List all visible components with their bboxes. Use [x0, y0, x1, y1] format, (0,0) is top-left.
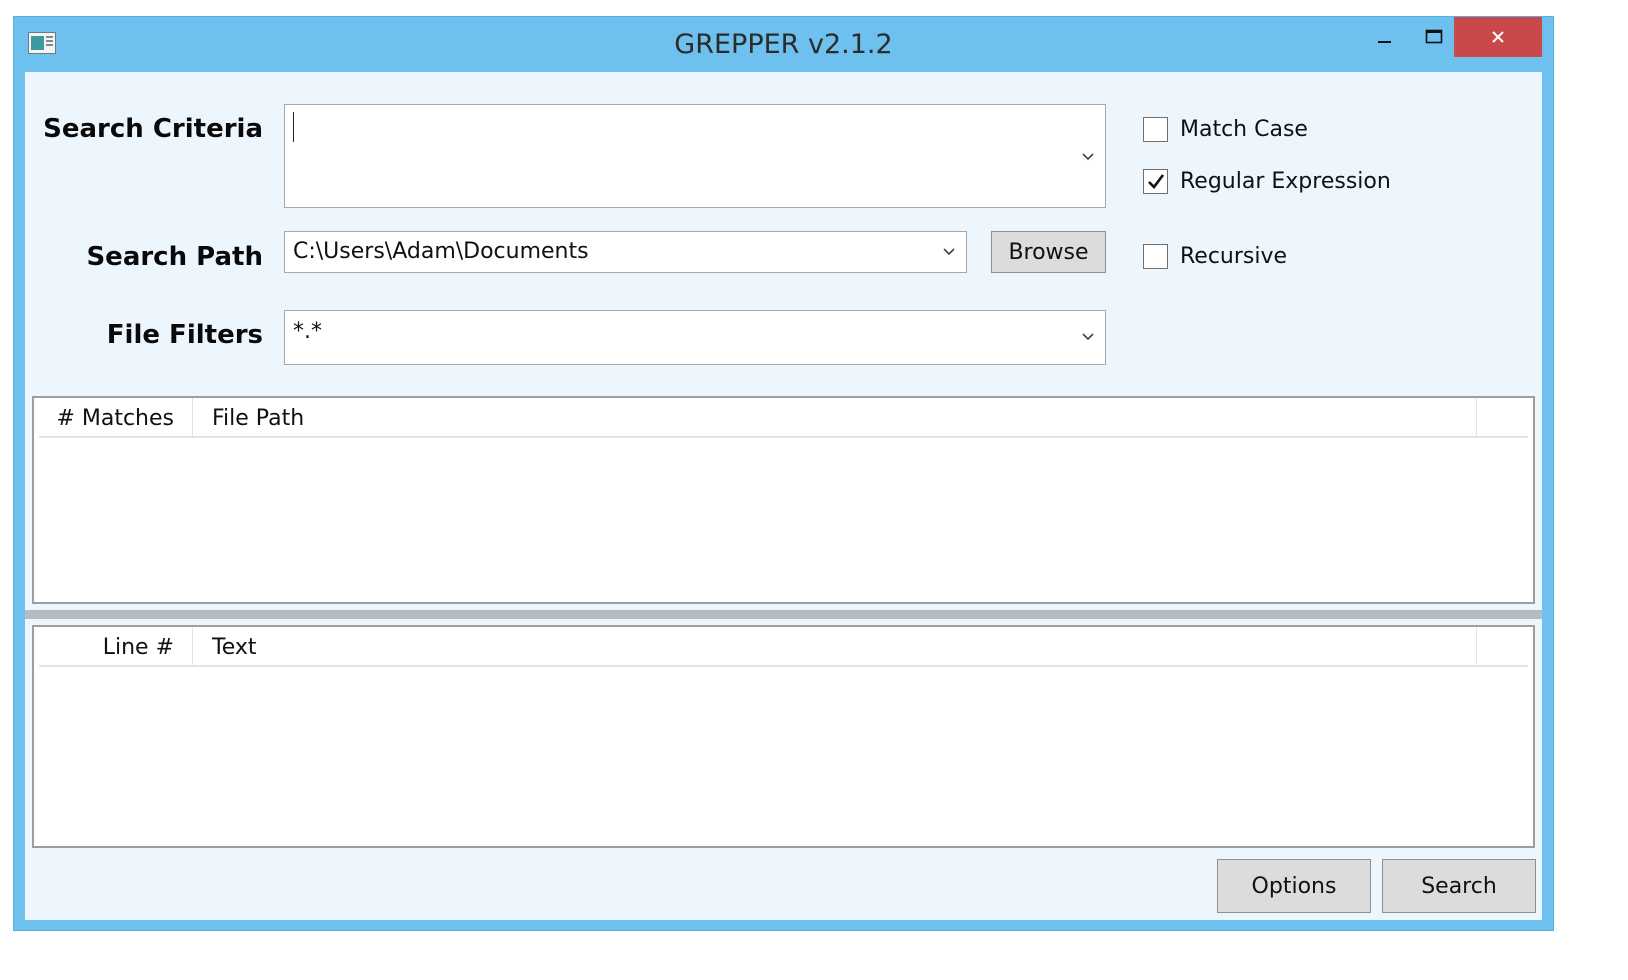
- lines-list-header: Line # Text: [39, 627, 1528, 667]
- column-header-file-path[interactable]: File Path: [193, 398, 1477, 436]
- app-window: GREPPER v2.1.2 Search Criteria Search Pa…: [13, 16, 1554, 931]
- pane-splitter[interactable]: [25, 610, 1542, 619]
- recursive-option[interactable]: Recursive: [1143, 244, 1287, 269]
- results-list-header: # Matches File Path: [39, 398, 1528, 438]
- results-list[interactable]: # Matches File Path: [32, 396, 1535, 604]
- search-button[interactable]: Search: [1382, 859, 1536, 913]
- file-filters-label: File Filters: [106, 320, 263, 350]
- column-header-text[interactable]: Text: [193, 627, 1477, 665]
- file-filters-value: *.*: [293, 319, 322, 344]
- client-area: Search Criteria Search Path C:\Users\Ada…: [25, 72, 1542, 920]
- title-bar[interactable]: GREPPER v2.1.2: [14, 17, 1553, 72]
- close-button[interactable]: [1454, 17, 1542, 57]
- lines-list[interactable]: Line # Text: [32, 625, 1535, 848]
- column-header-line-number[interactable]: Line #: [39, 627, 193, 665]
- options-button[interactable]: Options: [1217, 859, 1371, 913]
- regex-option[interactable]: Regular Expression: [1143, 169, 1391, 194]
- regex-label: Regular Expression: [1180, 169, 1391, 194]
- minimize-icon: [1378, 41, 1391, 43]
- browse-button[interactable]: Browse: [991, 231, 1106, 273]
- search-path-combobox[interactable]: C:\Users\Adam\Documents: [284, 231, 967, 273]
- recursive-label: Recursive: [1180, 244, 1288, 269]
- match-case-option[interactable]: Match Case: [1143, 117, 1308, 142]
- search-path-label: Search Path: [86, 242, 263, 272]
- maximize-button[interactable]: [1408, 17, 1460, 57]
- maximize-icon: [1425, 29, 1443, 44]
- match-case-label: Match Case: [1180, 117, 1308, 142]
- text-caret: [293, 112, 294, 142]
- close-icon: [1492, 31, 1504, 43]
- match-case-checkbox[interactable]: [1143, 117, 1168, 142]
- file-filters-combobox[interactable]: *.*: [284, 310, 1106, 365]
- chevron-down-icon[interactable]: [942, 247, 956, 257]
- minimize-button[interactable]: [1362, 17, 1408, 57]
- chevron-down-icon[interactable]: [1081, 152, 1095, 162]
- chevron-down-icon[interactable]: [1081, 332, 1095, 342]
- checkmark-icon: [1148, 174, 1165, 189]
- search-criteria-label: Search Criteria: [43, 114, 263, 144]
- window-title: GREPPER v2.1.2: [674, 29, 893, 60]
- recursive-checkbox[interactable]: [1143, 244, 1168, 269]
- column-header-matches[interactable]: # Matches: [39, 398, 193, 436]
- regex-checkbox[interactable]: [1143, 169, 1168, 194]
- search-path-value: C:\Users\Adam\Documents: [293, 239, 589, 264]
- search-criteria-input[interactable]: [284, 104, 1106, 208]
